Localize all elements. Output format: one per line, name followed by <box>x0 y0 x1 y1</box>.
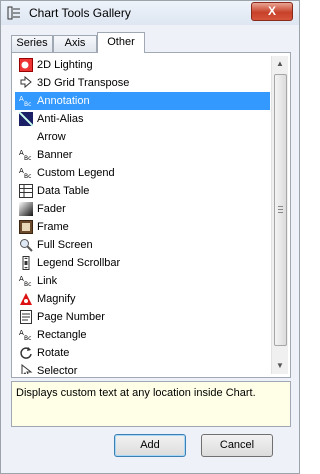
tool-list-item[interactable]: Data Table <box>15 182 270 200</box>
tool-list-item[interactable]: Frame <box>15 218 270 236</box>
tool-label: Legend Scrollbar <box>37 257 121 269</box>
tool-list-item[interactable]: Magnify <box>15 290 270 308</box>
tool-list-item[interactable]: Fader <box>15 200 270 218</box>
tool-label: Link <box>37 275 58 287</box>
tool-label: Magnify <box>37 293 76 305</box>
rotate-icon <box>19 346 33 360</box>
tools-panel: 2D Lighting 3D Grid Transpose A Bc Annotatio… <box>11 52 291 378</box>
tool-description: Displays custom text at any location ins… <box>16 387 256 399</box>
tool-label: Anti-Alias <box>37 113 84 125</box>
tool-label: Data Table <box>37 185 90 197</box>
close-button[interactable]: X <box>251 2 293 21</box>
tool-label: Annotation <box>37 95 90 107</box>
tool-list-item[interactable]: Rotate <box>15 344 270 362</box>
tools-list[interactable]: 2D Lighting 3D Grid Transpose A Bc Annotatio… <box>15 56 270 374</box>
tab-other[interactable]: Other <box>97 32 145 53</box>
magnifier-icon <box>19 238 33 252</box>
legend-scrollbar-icon <box>19 256 33 270</box>
scroll-thumb[interactable] <box>274 74 287 346</box>
tool-label: 3D Grid Transpose <box>37 77 130 89</box>
tool-list-item[interactable]: A Bc Rectangle <box>15 326 270 344</box>
tool-label: Frame <box>37 221 69 233</box>
text-abc-icon: A Bc <box>19 274 33 288</box>
tool-list-item[interactable]: A Bc Annotation <box>15 92 270 110</box>
add-button[interactable]: Add <box>114 434 186 457</box>
3d-grid-transpose-icon <box>19 75 33 90</box>
text-abc-icon: A Bc <box>19 94 33 108</box>
tool-list-item[interactable]: 2D Lighting <box>15 56 270 74</box>
tool-label: Page Number <box>37 311 105 323</box>
tool-list-item[interactable]: 3D Grid Transpose <box>15 74 270 92</box>
tab-series[interactable]: Series <box>11 35 53 52</box>
svg-text:Bc: Bc <box>24 173 31 180</box>
tool-list-item[interactable]: Arrow <box>15 128 270 146</box>
tool-list-item[interactable]: A Bc Custom Legend <box>15 164 270 182</box>
arrow-icon <box>19 130 33 144</box>
fader-icon <box>19 202 33 216</box>
selector-icon <box>19 363 33 374</box>
anti-alias-icon <box>18 111 34 127</box>
scroll-down-arrow-icon[interactable]: ▼ <box>272 358 288 374</box>
vertical-scrollbar[interactable]: ▲ ▼ <box>271 56 288 374</box>
svg-text:Bc: Bc <box>24 155 31 162</box>
frame-icon <box>19 220 33 234</box>
page-number-icon <box>19 310 33 324</box>
tab-axis[interactable]: Axis <box>53 35 97 52</box>
magnify-icon <box>19 292 33 306</box>
text-abc-icon: A Bc <box>19 166 33 180</box>
tool-list-item[interactable]: Page Number <box>15 308 270 326</box>
tool-label: Full Screen <box>37 239 93 251</box>
tool-list-item[interactable]: Full Screen <box>15 236 270 254</box>
tool-list-item[interactable]: A Bc Link <box>15 272 270 290</box>
text-abc-icon: A Bc <box>19 328 33 342</box>
tool-label: Banner <box>37 149 73 161</box>
tool-label: Fader <box>37 203 66 215</box>
tool-label: 2D Lighting <box>37 59 93 71</box>
tool-list-item[interactable]: Legend Scrollbar <box>15 254 270 272</box>
scroll-up-arrow-icon[interactable]: ▲ <box>272 56 288 72</box>
tool-label: Custom Legend <box>37 167 115 179</box>
2d-lighting-icon <box>19 58 33 72</box>
svg-text:Bc: Bc <box>24 281 31 288</box>
description-box: Displays custom text at any location ins… <box>11 381 291 427</box>
title-bar: Chart Tools Gallery X <box>1 1 299 25</box>
text-abc-icon: A Bc <box>19 148 33 162</box>
gallery-icon <box>7 6 20 20</box>
chart-tools-gallery-dialog: Chart Tools Gallery X Series Axis Other … <box>0 0 300 474</box>
data-table-icon <box>19 184 33 198</box>
tool-list-item[interactable]: Selector <box>15 362 270 374</box>
tool-label: Rectangle <box>37 329 87 341</box>
tool-label: Rotate <box>37 347 70 359</box>
tool-list-item[interactable]: A Bc Banner <box>15 146 270 164</box>
window-title: Chart Tools Gallery <box>29 6 131 20</box>
tool-label: Arrow <box>37 131 66 143</box>
tool-label: Selector <box>37 365 78 374</box>
svg-text:Bc: Bc <box>24 335 31 342</box>
svg-text:Bc: Bc <box>24 101 31 108</box>
tool-list-item[interactable]: Anti-Alias <box>15 110 270 128</box>
cancel-button[interactable]: Cancel <box>201 434 273 457</box>
